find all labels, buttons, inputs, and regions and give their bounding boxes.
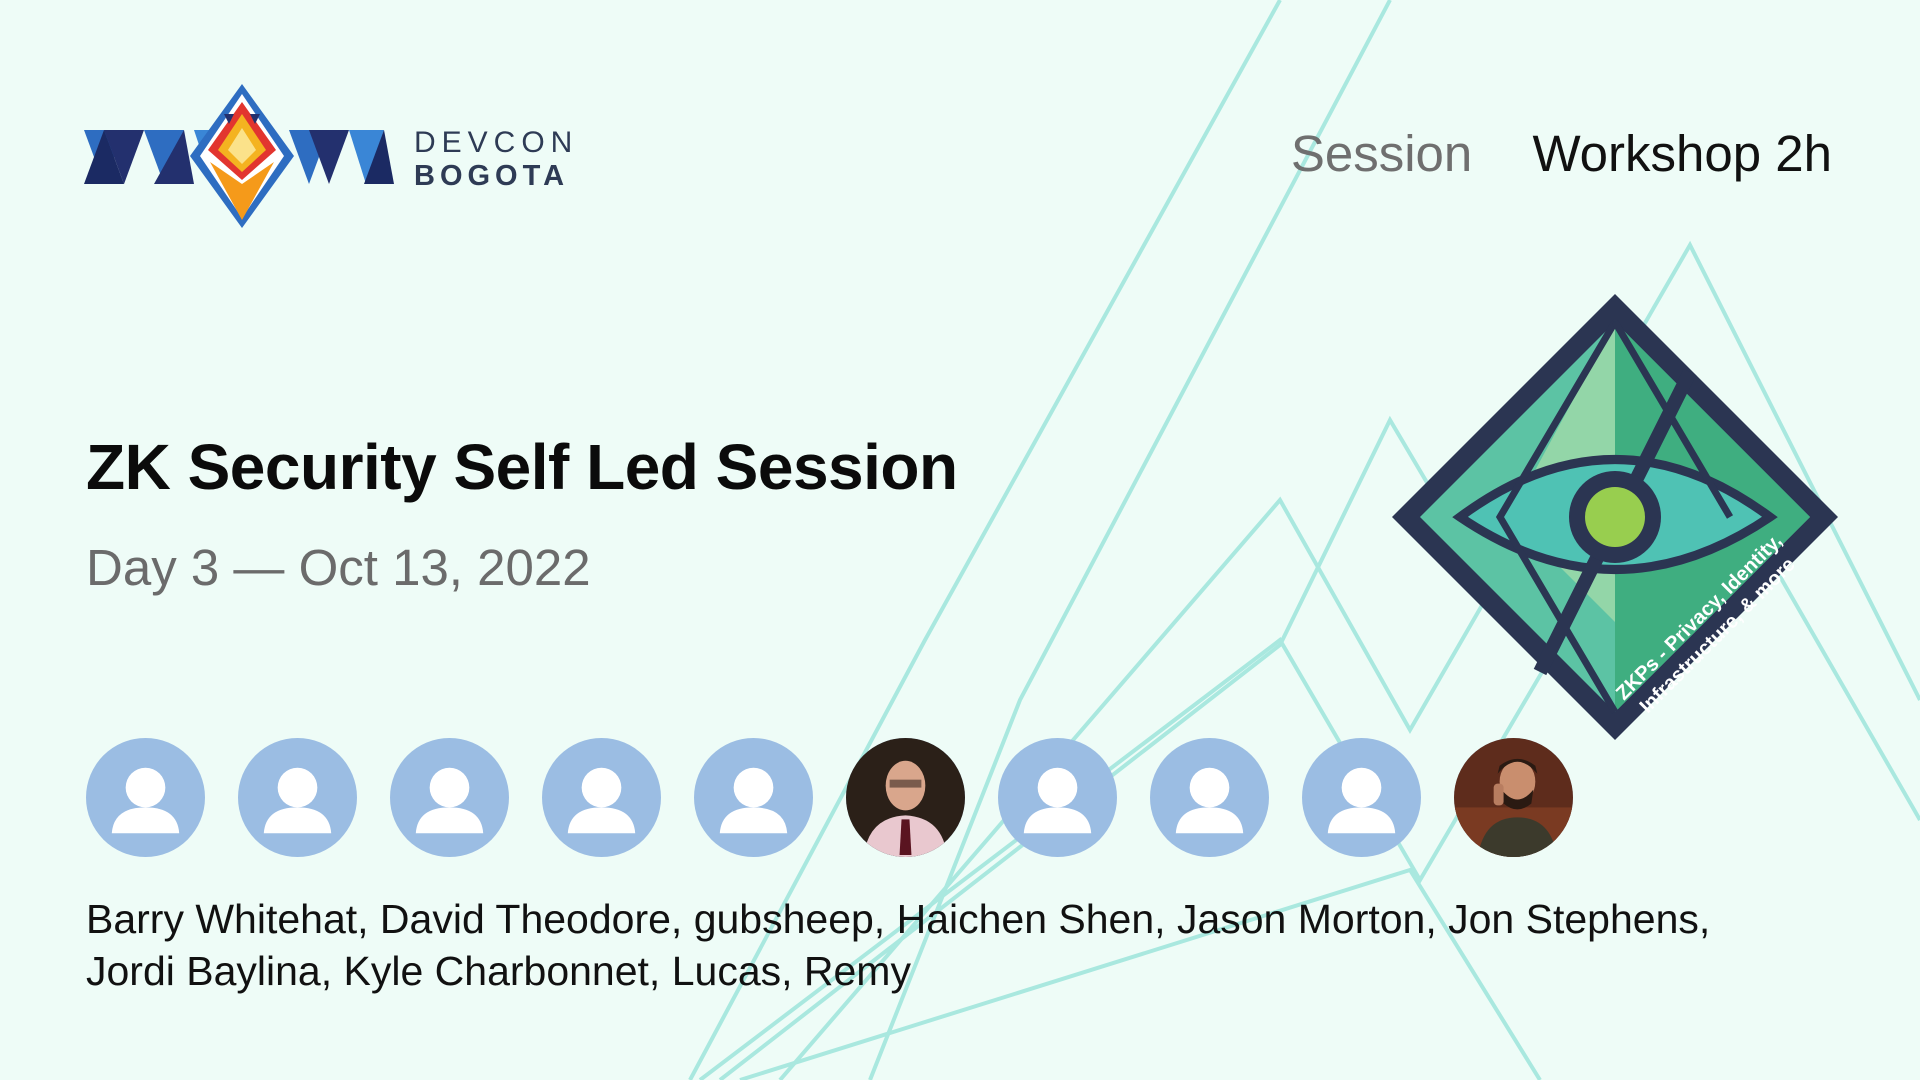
speaker-avatar-placeholder[interactable] [86, 738, 205, 857]
session-type-labels: Session Workshop 2h [1291, 128, 1832, 179]
user-icon [111, 767, 180, 834]
speaker-photo [1454, 738, 1573, 857]
user-icon [1023, 767, 1092, 834]
session-type-label: Session [1290, 125, 1473, 182]
speaker-avatars [86, 738, 1573, 857]
speaker-avatar-placeholder[interactable] [390, 738, 509, 857]
logo-line-devcon: DEVCON [414, 126, 579, 159]
user-icon [263, 767, 332, 834]
session-date: Day 3 — Oct 13, 2022 [86, 539, 591, 596]
user-icon [415, 767, 484, 834]
speaker-names: Barry Whitehat, David Theodore, gubsheep… [86, 896, 1711, 994]
user-icon [1327, 767, 1396, 834]
logo-line-bogota: BOGOTA [414, 160, 570, 192]
user-icon [567, 767, 636, 834]
speaker-avatar-placeholder[interactable] [238, 738, 357, 857]
speaker-avatar-placeholder[interactable] [542, 738, 661, 857]
session-title: ZK Security Self Led Session [86, 431, 958, 503]
eye-diamond-icon [1392, 294, 1838, 740]
speaker-avatar-placeholder[interactable] [1302, 738, 1421, 857]
session-format-label: Workshop 2h [1532, 125, 1832, 182]
logo-wordmark: DEVCON BOGOTA [414, 128, 578, 191]
speaker-avatar-photo[interactable] [1454, 738, 1573, 857]
speaker-avatar-placeholder[interactable] [998, 738, 1117, 857]
track-badge: ZKPs - Privacy, Identity, Infrastructure… [1392, 294, 1838, 740]
speaker-photo [846, 738, 965, 857]
speaker-avatar-photo[interactable] [846, 738, 965, 857]
user-icon [1175, 767, 1244, 834]
speaker-avatar-placeholder[interactable] [694, 738, 813, 857]
speaker-avatar-placeholder[interactable] [1150, 738, 1269, 857]
user-icon [719, 767, 788, 834]
